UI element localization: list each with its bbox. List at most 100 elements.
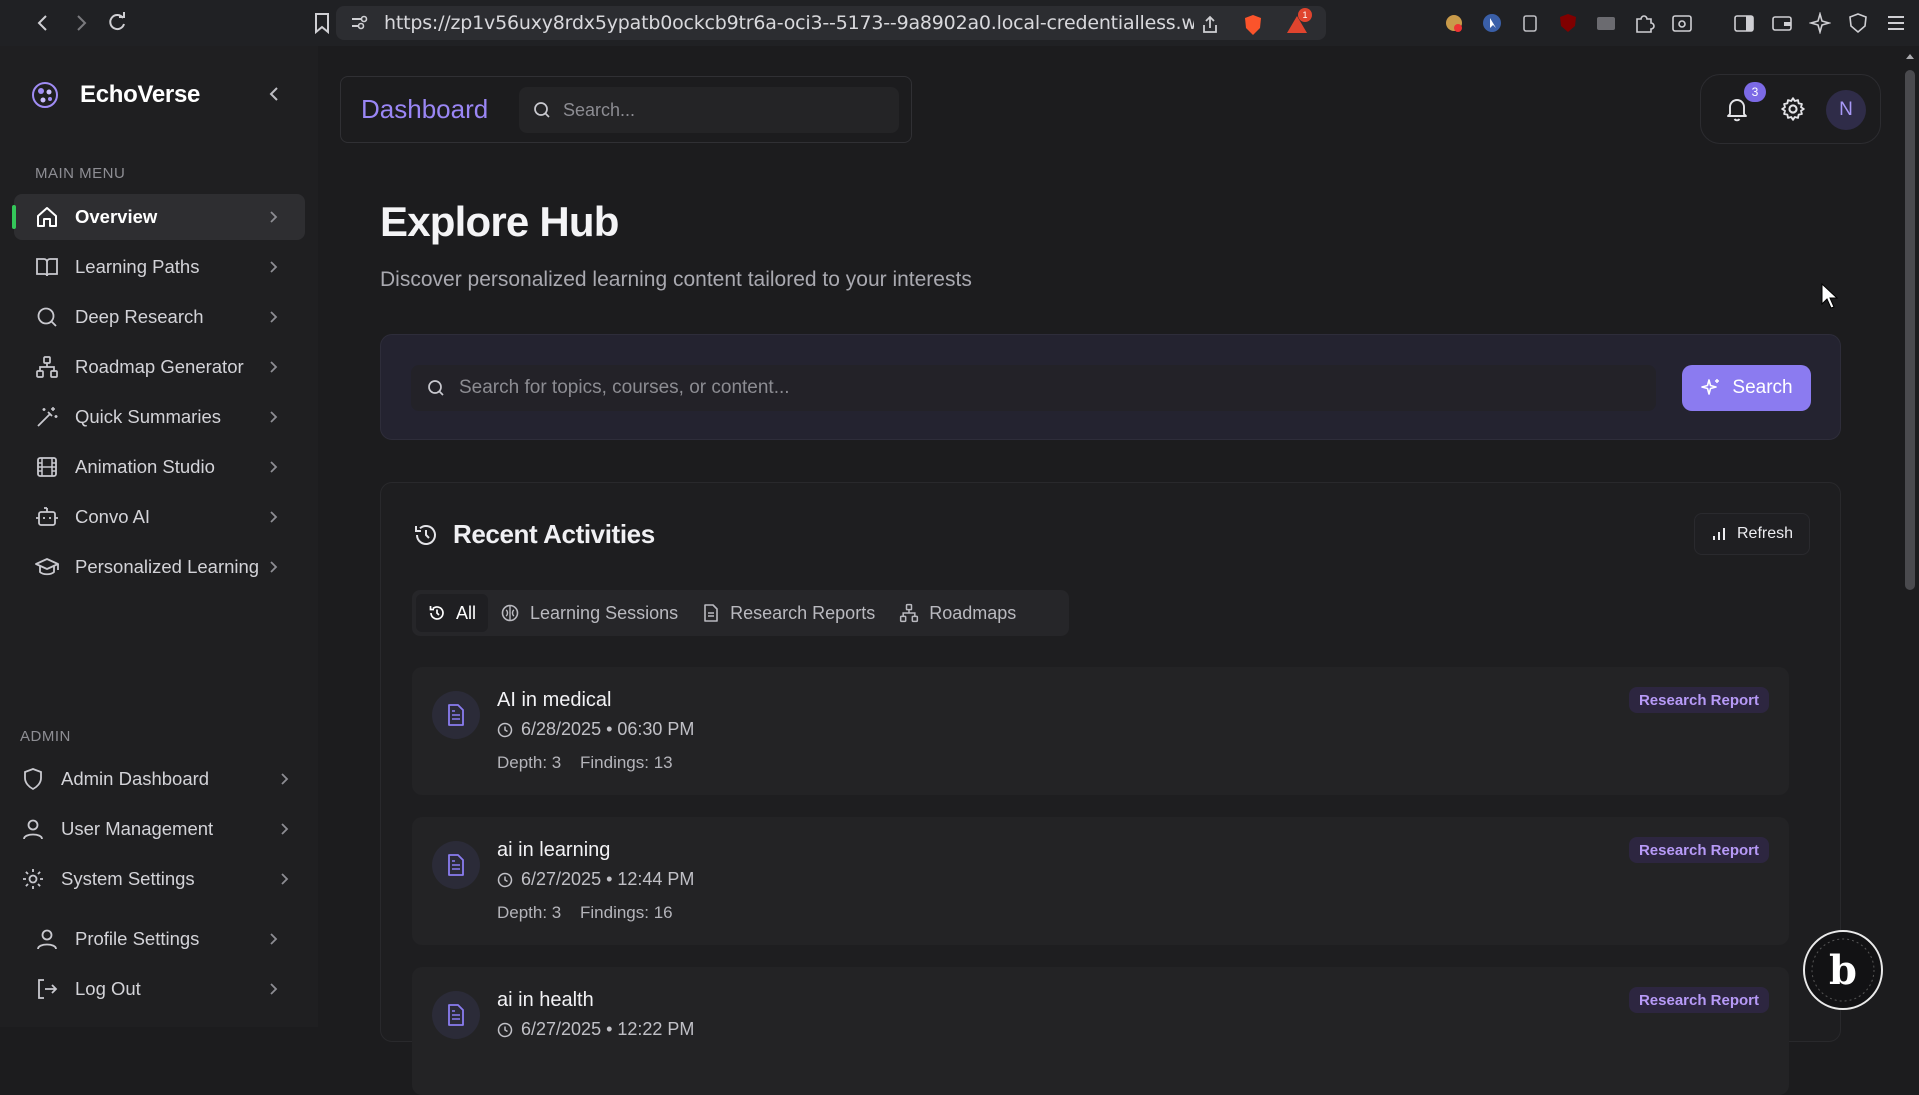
shield-icon xyxy=(20,766,46,792)
recent-activities-header: Recent Activities xyxy=(413,519,655,550)
activity-date: 6/27/2025 • 12:22 PM xyxy=(497,1019,694,1040)
activity-findings: Findings: 13 xyxy=(580,753,673,772)
status-badge: Research Report xyxy=(1628,987,1769,1013)
activity-item[interactable]: AI in medical 6/28/2025 • 06:30 PM Depth… xyxy=(412,667,1789,795)
sidebar-item-label: Admin Dashboard xyxy=(61,768,210,789)
sidebar-item-system-settings[interactable]: System Settings xyxy=(0,856,318,902)
vpn-icon[interactable] xyxy=(1846,11,1870,35)
activity-date-text: 6/28/2025 • 06:30 PM xyxy=(521,719,695,739)
tab-roadmaps[interactable]: Roadmaps xyxy=(887,594,1028,632)
reload-icon[interactable] xyxy=(106,12,128,34)
network-icon xyxy=(34,354,60,380)
active-indicator xyxy=(12,205,16,229)
header-search-input[interactable] xyxy=(563,99,873,121)
sidebar-item-profile-settings[interactable]: Profile Settings xyxy=(14,916,305,962)
search-icon xyxy=(533,101,551,119)
document-icon xyxy=(432,991,480,1039)
alert-badge: 1 xyxy=(1298,8,1312,22)
chevron-right-icon xyxy=(269,459,283,475)
refresh-button[interactable]: Refresh xyxy=(1694,513,1810,555)
brave-shield-icon[interactable] xyxy=(1242,14,1264,36)
brand[interactable]: EchoVerse xyxy=(28,78,200,112)
tab-research-reports[interactable]: Research Reports xyxy=(690,594,887,632)
sidebar-toggle-icon[interactable] xyxy=(1732,11,1756,35)
sidebar-item-user-management[interactable]: User Management xyxy=(0,806,318,852)
sidebar-item-convo-ai[interactable]: Convo AI xyxy=(14,494,305,540)
collapse-sidebar-button[interactable] xyxy=(262,82,286,106)
puzzle-icon[interactable] xyxy=(1632,11,1656,35)
explore-search-input[interactable] xyxy=(459,377,1639,399)
activity-meta: Depth: 3 Findings: 13 xyxy=(497,753,687,773)
wallet-icon[interactable] xyxy=(1770,11,1794,35)
url-text[interactable]: https://zp1v56uxy8rdx5ypatb0ockcb9tr6a-o… xyxy=(384,12,1194,34)
activity-item[interactable]: ai in health 6/27/2025 • 12:22 PM Resear… xyxy=(412,967,1789,1095)
brain-logo-icon xyxy=(28,78,62,112)
activity-depth: Depth: 3 xyxy=(497,903,562,922)
sidebar-item-learning-paths[interactable]: Learning Paths xyxy=(14,244,305,290)
sidebar-item-log-out[interactable]: Log Out xyxy=(14,966,305,1012)
cursor-extension-icon[interactable] xyxy=(1480,11,1504,35)
bar-chart-icon xyxy=(1711,526,1727,542)
search-button[interactable]: Search xyxy=(1682,365,1811,411)
brave-rewards-icon[interactable]: 1 xyxy=(1286,8,1312,36)
activity-tabs: All Learning Sessions Research Reports R… xyxy=(412,590,1069,636)
address-bar[interactable]: https://zp1v56uxy8rdx5ypatb0ockcb9tr6a-o… xyxy=(336,6,1326,40)
sidebar-item-overview[interactable]: Overview xyxy=(12,194,305,240)
activity-depth: Depth: 3 xyxy=(497,753,562,772)
scroll-up-arrow-icon[interactable] xyxy=(1905,52,1915,62)
header-card: Dashboard xyxy=(340,76,912,143)
sidebar-item-label: Animation Studio xyxy=(75,456,215,477)
tab-label: All xyxy=(456,602,477,623)
clipboard-extension-icon[interactable] xyxy=(1518,11,1542,35)
tab-extension-icon[interactable] xyxy=(1594,11,1618,35)
chevron-right-icon xyxy=(269,509,283,525)
activity-item[interactable]: ai in learning 6/27/2025 • 12:44 PM Dept… xyxy=(412,817,1789,945)
explore-search[interactable] xyxy=(411,365,1656,411)
logout-icon xyxy=(34,976,60,1002)
tab-all[interactable]: All xyxy=(416,594,489,632)
activity-meta: Depth: 3 Findings: 16 xyxy=(497,903,687,923)
back-icon[interactable] xyxy=(32,12,54,34)
activity-name: ai in health xyxy=(497,989,594,1011)
scrollbar-thumb[interactable] xyxy=(1905,70,1915,590)
activity-name: ai in learning xyxy=(497,839,611,861)
forward-icon[interactable] xyxy=(70,12,92,34)
sidebar-item-admin-dashboard[interactable]: Admin Dashboard xyxy=(0,756,318,802)
notification-badge: 3 xyxy=(1744,82,1766,102)
share-icon[interactable] xyxy=(1200,15,1220,35)
avatar[interactable]: N xyxy=(1826,90,1866,130)
header-search[interactable] xyxy=(519,87,899,133)
sidebar-item-roadmap-generator[interactable]: Roadmap Generator xyxy=(14,344,305,390)
bookmark-icon[interactable] xyxy=(311,12,333,34)
chevron-right-icon xyxy=(269,559,283,575)
reader-icon[interactable] xyxy=(1670,11,1694,35)
ublock-icon[interactable] xyxy=(1556,11,1580,35)
settings-gear-icon[interactable] xyxy=(1778,94,1808,124)
sidebar-item-quick-summaries[interactable]: Quick Summaries xyxy=(14,394,305,440)
chevron-right-icon xyxy=(269,409,283,425)
chevron-right-icon xyxy=(269,359,283,375)
bolt-badge[interactable]: b xyxy=(1803,930,1883,1010)
sidebar-item-deep-research[interactable]: Deep Research xyxy=(14,294,305,340)
hero-subtitle: Discover personalized learning content t… xyxy=(380,268,972,291)
menu-icon[interactable] xyxy=(1884,11,1908,35)
chevron-right-icon xyxy=(280,771,294,787)
sidebar-item-label: System Settings xyxy=(61,868,195,889)
mouse-cursor-icon xyxy=(1820,282,1840,310)
browser-toolbar: https://zp1v56uxy8rdx5ypatb0ockcb9tr6a-o… xyxy=(0,0,1919,46)
book-icon xyxy=(34,254,60,280)
tab-label: Research Reports xyxy=(730,602,876,623)
chevron-right-icon xyxy=(269,259,283,275)
activity-date: 6/28/2025 • 06:30 PM xyxy=(497,719,694,740)
history-icon xyxy=(413,522,439,548)
site-info-icon[interactable] xyxy=(350,14,368,32)
leo-ai-icon[interactable] xyxy=(1808,11,1832,35)
admin-label: ADMIN xyxy=(20,728,71,745)
tab-learning-sessions[interactable]: Learning Sessions xyxy=(488,594,690,632)
cookie-extension-icon[interactable] xyxy=(1442,11,1466,35)
sidebar-item-animation-studio[interactable]: Animation Studio xyxy=(14,444,305,490)
sidebar-item-personalized-learning[interactable]: Personalized Learning xyxy=(14,544,305,590)
activity-date-text: 6/27/2025 • 12:22 PM xyxy=(521,1019,695,1039)
history-icon xyxy=(428,604,446,622)
main-menu-label: MAIN MENU xyxy=(35,165,126,182)
